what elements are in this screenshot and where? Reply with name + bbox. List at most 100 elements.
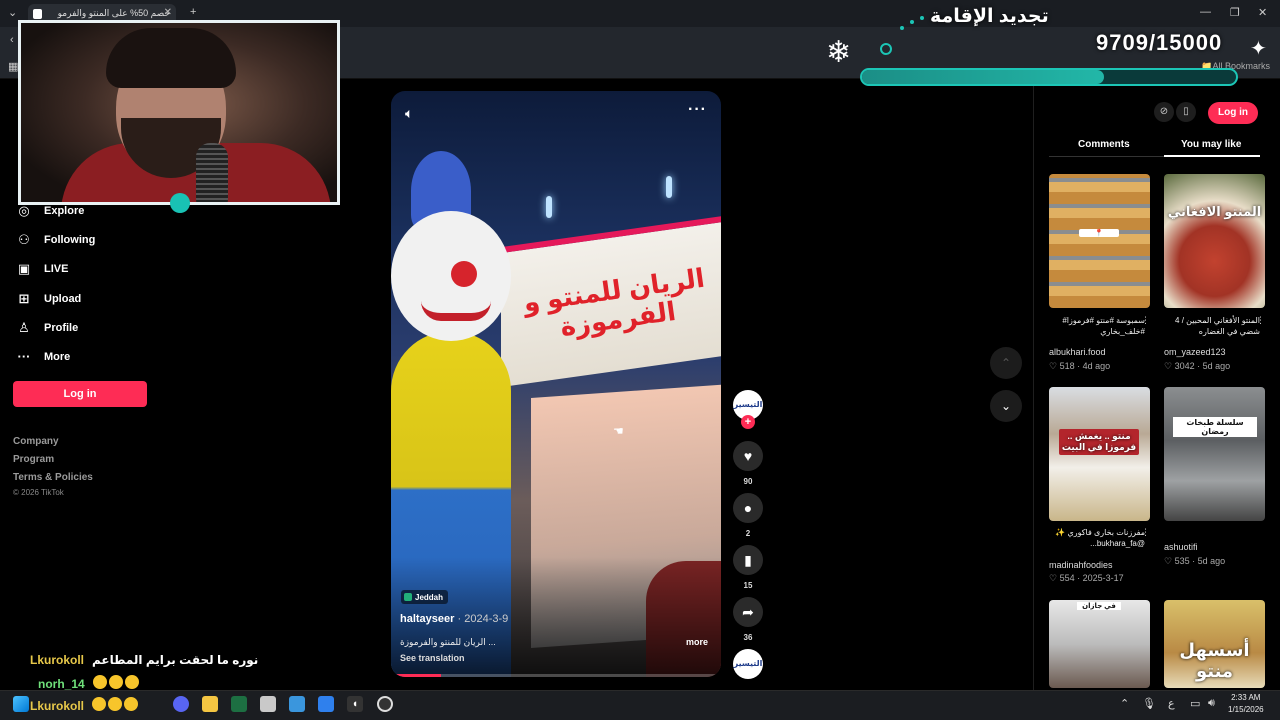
sidebar-item-label: Following (44, 234, 96, 246)
webcam-accent-dot (170, 193, 190, 213)
video-card-thumbnail[interactable]: المنتو الافغاني (1164, 174, 1265, 308)
footer-link-company[interactable]: Company (13, 436, 59, 447)
sound-icon[interactable]: 🔈︎ (405, 105, 413, 122)
location-badge[interactable]: Jeddah (401, 590, 449, 604)
sidebar-item-profile[interactable]: ♙ Profile (16, 320, 78, 336)
author-name[interactable]: haltayseer (400, 613, 454, 625)
previous-video-button[interactable]: ⌃ (990, 347, 1022, 379)
tab-comments[interactable]: Comments (1078, 139, 1130, 150)
compass-icon: ◎ (18, 203, 30, 218)
video-card-user[interactable]: madinahfoodies (1049, 560, 1113, 570)
back-icon[interactable]: ‹ (10, 34, 14, 46)
sidebar-item-upload[interactable]: ⊞ Upload (16, 291, 82, 307)
video-author[interactable]: haltayseer · 2024-3-9 (400, 613, 508, 625)
follow-plus-icon[interactable]: + (741, 415, 755, 429)
sidebar-item-more[interactable]: ··· More (16, 349, 71, 364)
tray-chevron-icon[interactable]: ⌃ (1120, 697, 1129, 710)
sidebar-item-label: LIVE (44, 263, 69, 275)
obs-icon[interactable]: ◖ (347, 696, 363, 712)
right-panel (1033, 80, 1280, 690)
device-icon[interactable]: ▯ (1176, 102, 1196, 122)
sidebar-item-following[interactable]: ⚇ Following (16, 232, 95, 248)
emoji-icon (92, 697, 140, 714)
goal-progress-fill (862, 70, 1104, 84)
tab-menu-icon[interactable]: ⌄ (8, 6, 17, 19)
minimize-icon[interactable]: — (1200, 6, 1211, 18)
caption-more-button[interactable]: more (686, 637, 708, 647)
apps-icon[interactable]: ▦ (8, 60, 18, 73)
video-card-thumbnail[interactable]: سلسلة طبخات رمضان (1164, 387, 1265, 521)
video-options-icon[interactable]: ··· (688, 101, 707, 119)
thumbnail-label: سلسلة طبخات رمضان (1173, 417, 1257, 437)
video-clown-nose (451, 261, 477, 287)
video-light (546, 196, 552, 218)
card-options-icon[interactable]: ⋮ (1141, 527, 1150, 538)
sidebar-item-live[interactable]: ▣ LIVE (16, 261, 69, 277)
share-button[interactable]: ➦ (733, 597, 763, 627)
thumbnail-label: أسسهل منتو (1179, 640, 1250, 681)
compass-icon[interactable]: ⊘ (1154, 102, 1174, 122)
chat-text: نوره ما لحقت برايم المطاعم (92, 653, 259, 667)
video-card-title[interactable]: مفرزنات بخارى فاكوري ✨ @bukhara_fa... (1049, 528, 1145, 550)
goal-decoration-dot (900, 26, 904, 30)
thumbnail-label: في جازان (1077, 602, 1121, 610)
app-icon[interactable] (289, 696, 305, 712)
spreadsheet-icon[interactable] (231, 696, 247, 712)
video-card-thumbnail[interactable]: منتو .. يغمش .. فرموزا في البيت (1049, 387, 1150, 521)
share-icon: ➦ (742, 604, 754, 620)
comment-button[interactable]: ● (733, 493, 763, 523)
video-player[interactable]: الريان للمنتو و الفرموزة 🔈︎ ··· ☚ Jeddah… (391, 91, 721, 677)
close-window-icon[interactable]: ✕ (1258, 6, 1267, 19)
video-card-user[interactable]: om_yazeed123 (1164, 347, 1226, 357)
app-icon[interactable] (318, 696, 334, 712)
save-button[interactable]: ▮ (733, 545, 763, 575)
chrome-icon[interactable] (377, 696, 393, 712)
card-options-icon[interactable]: ⋮ (1256, 315, 1265, 326)
windows-start-icon[interactable] (13, 696, 29, 712)
keyboard-language[interactable]: ع (1168, 697, 1175, 710)
video-card-user[interactable]: albukhari.food (1049, 347, 1106, 357)
video-date: · 2024-3-9 (457, 613, 509, 625)
video-card-title[interactable]: سمبوسة #منتو #فرموزا# #خلف_بخاري (1049, 316, 1145, 338)
location-label: Jeddah (415, 592, 444, 602)
sidebar-login-button[interactable]: Log in (13, 381, 147, 407)
maximize-icon[interactable]: ❐ (1230, 6, 1240, 19)
music-disc[interactable]: التيسير (733, 649, 763, 679)
sidebar-item-label: Upload (44, 293, 82, 305)
header-login-button[interactable]: Log in (1208, 102, 1258, 124)
video-card-title[interactable]: المنتو الأفغاني المحبين / 4 شضي في الغضا… (1164, 316, 1260, 338)
discord-icon[interactable] (173, 696, 189, 712)
footer-link-program[interactable]: Program (13, 454, 54, 465)
video-progress-bar[interactable] (391, 674, 721, 677)
sidebar-item-explore[interactable]: ◎ Explore (16, 203, 84, 219)
copyright-text: © 2026 TikTok (13, 488, 64, 497)
like-button[interactable]: ♥ (733, 441, 763, 471)
comment-count: 2 (745, 529, 751, 538)
app-icon[interactable] (260, 696, 276, 712)
goal-count: 9709/15000 (1096, 30, 1223, 55)
card-options-icon[interactable]: ⋮ (1141, 315, 1150, 326)
chat-message: Lkurokoll نوره ما لحقت برايم المطاعم (30, 653, 258, 667)
thumbnail-label: 📍 (1079, 229, 1119, 237)
video-card-thumbnail[interactable]: 📍 (1049, 174, 1150, 308)
video-card-thumbnail[interactable]: أسسهل منتو (1164, 600, 1265, 688)
tiktok-favicon-icon (33, 9, 42, 19)
like-count: 90 (743, 477, 753, 486)
volume-icon[interactable]: 🔊︎ (1208, 697, 1215, 710)
system-clock[interactable]: 2:33 AM 1/15/2026 (1228, 692, 1264, 716)
video-card-user[interactable]: ashuotifi (1164, 542, 1198, 552)
see-translation-link[interactable]: See translation (400, 653, 465, 663)
goal-decoration-dot (910, 20, 914, 24)
tab-you-may-like[interactable]: You may like (1181, 139, 1241, 150)
video-card-thumbnail[interactable]: في جازان (1049, 600, 1150, 688)
microphone-tray-icon[interactable]: 🎙︎ (1142, 697, 1156, 710)
footer-link-terms[interactable]: Terms & Policies (13, 472, 93, 483)
new-tab-icon[interactable]: + (190, 6, 196, 18)
network-icon[interactable]: ▭ (1190, 697, 1200, 710)
close-tab-icon[interactable]: ✕ (164, 7, 172, 18)
file-explorer-icon[interactable] (202, 696, 218, 712)
next-video-button[interactable]: ⌄ (990, 390, 1022, 422)
share-count: 36 (743, 633, 753, 642)
video-card-meta: ♡ 554 · 2025-3-17 (1049, 573, 1124, 583)
chat-message: Lkurokoll (30, 697, 140, 714)
